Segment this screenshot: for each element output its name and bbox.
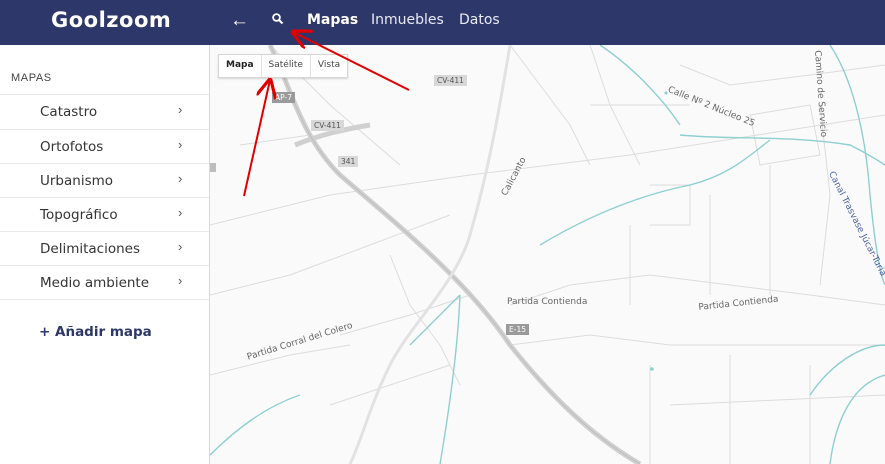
road-label-341: 341: [338, 156, 359, 167]
sidebar-title: MAPAS: [11, 72, 52, 84]
sidebar-item-medio-ambiente[interactable]: Medio ambiente ›: [0, 265, 209, 300]
chevron-right-icon: ›: [178, 171, 183, 186]
road-label-cv411: CV-411: [434, 75, 467, 86]
chevron-right-icon: ›: [178, 273, 183, 288]
sidebar-item-label: Topográfico: [40, 207, 118, 223]
map-canvas[interactable]: AP-7 CV-411 CV-411 341 E-15 Calle Nº 2 N…: [210, 45, 885, 464]
nav-inmuebles[interactable]: Inmuebles: [371, 12, 444, 28]
nav-mapas[interactable]: Mapas: [307, 12, 358, 28]
chevron-right-icon: ›: [178, 205, 183, 220]
tab-mapa[interactable]: Mapa: [219, 55, 262, 77]
back-arrow-icon[interactable]: ←: [230, 10, 249, 32]
road-label-e15: E-15: [506, 324, 529, 335]
top-bar: Goolzoom ← Mapas Inmuebles Datos: [0, 0, 885, 45]
road-label-ap7: AP-7: [272, 92, 295, 103]
sidebar-item-label: Catastro: [40, 104, 98, 120]
divider: [0, 299, 209, 300]
sidebar-item-label: Urbanismo: [40, 173, 114, 189]
logo[interactable]: Goolzoom: [51, 8, 171, 32]
nav-datos[interactable]: Datos: [459, 12, 500, 28]
chevron-right-icon: ›: [178, 102, 183, 117]
road-label-cv411: CV-411: [311, 120, 344, 131]
tab-satelite[interactable]: Satélite: [262, 55, 311, 77]
search-icon[interactable]: [271, 12, 285, 26]
tab-vista[interactable]: Vista: [311, 55, 347, 77]
sidebar-item-ortofotos[interactable]: Ortofotos ›: [0, 129, 209, 164]
chevron-right-icon: ›: [178, 239, 183, 254]
sidebar-item-label: Delimitaciones: [40, 241, 140, 257]
sidebar-item-catastro[interactable]: Catastro ›: [0, 94, 209, 129]
map-background: [210, 45, 885, 464]
sidebar-item-urbanismo[interactable]: Urbanismo ›: [0, 163, 209, 198]
sidebar-item-topografico[interactable]: Topográfico ›: [0, 197, 209, 232]
map-type-tabs: Mapa Satélite Vista: [218, 54, 349, 78]
sidebar-item-label: Medio ambiente: [40, 275, 150, 291]
chevron-right-icon: ›: [178, 137, 183, 152]
add-map-button[interactable]: + Añadir mapa: [39, 324, 152, 340]
sidebar-item-delimitaciones[interactable]: Delimitaciones ›: [0, 231, 209, 266]
place-label-contienda: Partida Contienda: [507, 297, 588, 307]
sidebar: MAPAS Catastro › Ortofotos › Urbanismo ›…: [0, 45, 210, 464]
sidebar-item-label: Ortofotos: [40, 139, 104, 155]
